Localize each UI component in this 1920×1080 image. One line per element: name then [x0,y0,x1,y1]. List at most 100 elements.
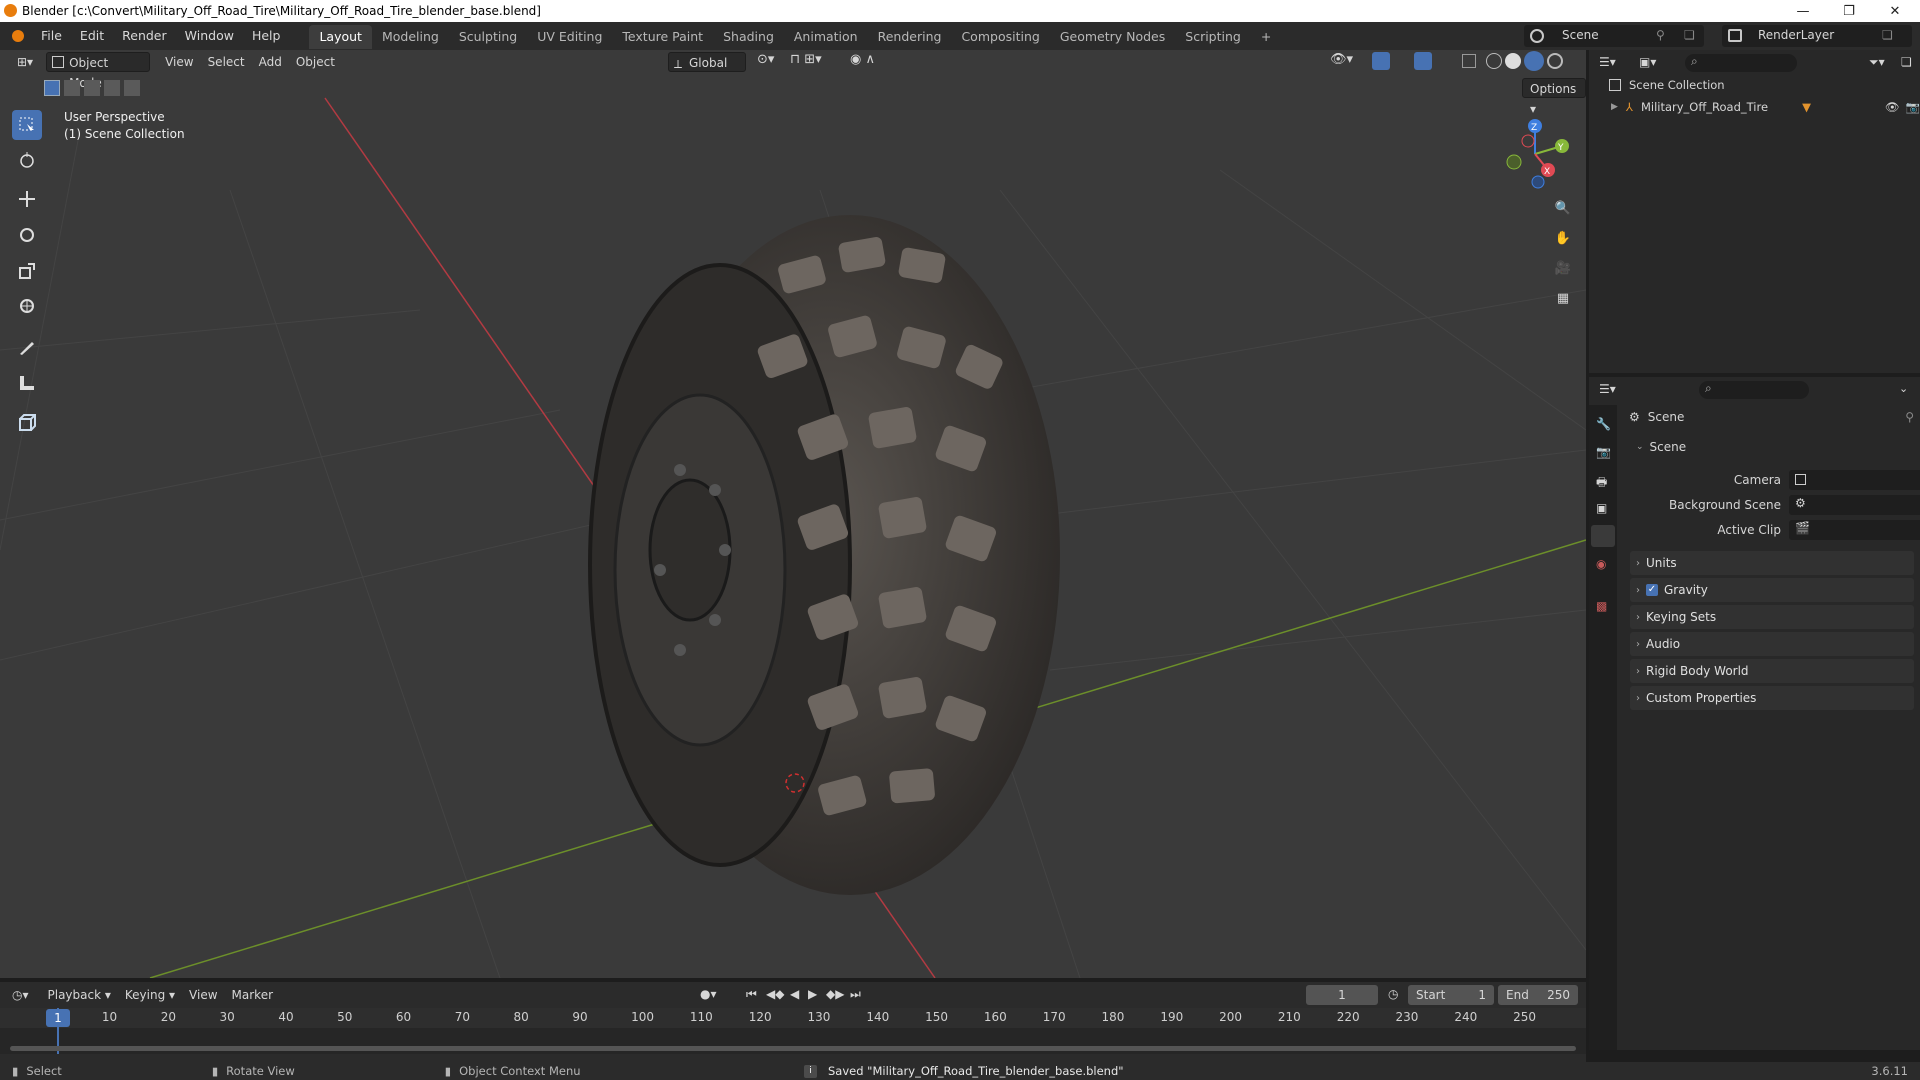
auto-keying-icon[interactable]: ●▾ [700,987,717,1001]
timeline-track-area[interactable]: 10 20 30 40 50 60 70 80 90 100 110 120 130 140 150 160 1… [0,1008,1586,1054]
menu-edit[interactable]: Edit [71,22,113,50]
menu-help[interactable]: Help [243,22,290,50]
tab-rendering[interactable]: Rendering [868,25,952,49]
jump-start-icon[interactable]: ⏮ [746,987,757,1002]
rendered-shading-icon[interactable] [1547,53,1563,69]
measure-tool-icon[interactable] [12,368,42,398]
tab-layout[interactable]: Layout [309,25,372,49]
preview-range-icon[interactable]: ◷ [1388,987,1398,1001]
visibility-icon[interactable]: 👁▾ [1330,52,1353,67]
snap-icon[interactable]: ⊓ ⊞▾ [790,52,822,67]
output-tab-icon[interactable]: 🖶 [1596,473,1607,494]
active-clip-field[interactable]: 🎬 [1789,520,1920,540]
minimize-button[interactable]: — [1780,0,1826,22]
add-cube-tool-icon[interactable] [12,408,42,438]
tab-shading[interactable]: Shading [713,25,784,49]
expand-arrow-icon[interactable]: ▶ [1611,102,1618,112]
properties-search-input[interactable]: ⌕ [1699,381,1809,399]
display-mode-icon[interactable]: ☰▾ [1599,55,1616,69]
transform-orientation-dropdown[interactable]: ⟂ Global [668,52,746,72]
menu-object[interactable]: Object [289,52,342,72]
tab-compositing[interactable]: Compositing [951,25,1049,49]
filter-view-icon[interactable]: ▣▾ [1639,55,1656,69]
transform-tool-icon[interactable] [12,291,42,321]
menu-render[interactable]: Render [113,22,176,50]
jump-end-icon[interactable]: ⏭ [850,987,861,1002]
menu-select[interactable]: Select [201,52,252,72]
proportional-edit-icon[interactable]: ◉ ∧ [850,52,875,67]
timeline-scrollbar[interactable] [10,1046,1576,1051]
panel-gravity[interactable]: › ✓ Gravity [1630,578,1914,602]
panel-rigid-body-world[interactable]: › Rigid Body World [1630,659,1914,683]
timeline-editor-icon[interactable]: ◷▾ [12,988,29,1002]
render-tab-icon[interactable]: 📷 [1596,445,1611,459]
view-layer-selector[interactable]: RenderLayer ❏ [1722,25,1912,47]
select-box-tool[interactable] [12,110,42,140]
select-new-icon[interactable] [44,80,60,96]
pivot-point-icon[interactable]: ⊙▾ [757,52,774,67]
menu-marker[interactable]: Marker [225,985,280,1005]
new-collection-icon[interactable]: ❏ [1901,55,1912,69]
zoom-icon[interactable]: 🔍 [1551,196,1575,220]
gravity-checkbox[interactable]: ✓ [1646,584,1658,596]
material-shading-icon[interactable] [1524,51,1544,71]
panel-units[interactable]: › Units [1630,551,1914,575]
scene-tab-icon[interactable] [1591,525,1615,547]
select-intersect-icon[interactable] [124,80,140,96]
outliner-item[interactable]: ▶ ⅄ Military_Off_Road_Tire ▼ 👁 📷 [1611,98,1920,116]
new-scene-icon[interactable]: ❏ [1684,28,1695,42]
view-layer-tab-icon[interactable]: ▣ [1596,501,1607,515]
playhead-frame-badge[interactable]: 1 [46,1009,70,1027]
menu-playback[interactable]: Playback ▾ [41,985,118,1005]
camera-field[interactable]: ✎ [1789,470,1920,490]
annotate-tool-icon[interactable] [12,332,42,362]
filter-icon[interactable]: ⏷▾ [1869,55,1885,70]
tab-sculpting[interactable]: Sculpting [449,25,527,49]
close-window-button[interactable]: ✕ [1872,0,1918,22]
navigation-gizmo[interactable]: Z Y X [1490,114,1570,194]
3d-viewport[interactable]: ⊞▾ Object Mode View Select Add Object ⟂ … [0,50,1586,978]
menu-keying[interactable]: Keying ▾ [118,985,182,1005]
tab-uv-editing[interactable]: UV Editing [527,25,612,49]
new-view-layer-icon[interactable]: ❏ [1882,28,1893,42]
perspective-toggle-icon[interactable]: ▦ [1551,286,1575,310]
scale-tool-icon[interactable] [12,256,42,286]
tool-tab-icon[interactable]: 🔧 [1596,417,1611,431]
jump-keyframe-forward-icon[interactable]: ◆▶ [826,987,844,1001]
menu-add[interactable]: Add [252,52,289,72]
tab-modeling[interactable]: Modeling [372,25,449,49]
properties-options-icon[interactable]: ⌄ [1899,382,1908,395]
select-invert-icon[interactable] [104,80,120,96]
select-subtract-icon[interactable] [84,80,100,96]
play-icon[interactable]: ▶ [808,987,817,1001]
rotate-tool-icon[interactable] [12,220,42,250]
scene-collection-row[interactable]: Scene Collection [1609,78,1725,92]
editor-type-icon[interactable]: ⊞▾ [10,52,40,72]
scene-section-header[interactable]: ⌄ Scene [1630,435,1914,459]
xray-toggle-icon[interactable] [1462,54,1476,68]
menu-window[interactable]: Window [176,22,243,50]
gizmo-toggle-button[interactable] [1372,52,1390,70]
solid-shading-icon[interactable] [1505,53,1521,69]
frame-ruler[interactable]: 10 20 30 40 50 60 70 80 90 100 110 120 130 140 150 160 1… [0,1008,1586,1028]
tab-scripting[interactable]: Scripting [1175,25,1251,49]
options-dropdown[interactable]: Options ▾ [1522,78,1586,116]
overlay-toggle-button[interactable] [1414,52,1432,70]
cursor-tool-icon[interactable] [12,146,42,176]
panel-audio[interactable]: › Audio [1630,632,1914,656]
panel-keying-sets[interactable]: › Keying Sets [1630,605,1914,629]
current-frame-field[interactable]: 1 [1306,985,1378,1005]
play-reverse-icon[interactable]: ◀ [790,987,799,1001]
camera-view-icon[interactable]: 🎥 [1551,256,1575,280]
world-tab-icon[interactable]: ◉ [1596,557,1606,571]
wireframe-shading-icon[interactable] [1486,53,1502,69]
pan-hand-icon[interactable]: ✋ [1551,226,1575,250]
start-frame-field[interactable]: Start 1 [1408,985,1494,1005]
add-workspace-button[interactable]: + [1251,25,1281,49]
menu-view[interactable]: View [158,52,200,72]
pin-icon[interactable]: ⚲ [1656,28,1665,42]
panel-custom-properties[interactable]: › Custom Properties [1630,686,1914,710]
render-camera-icon[interactable]: 📷 [1906,100,1920,114]
tab-animation[interactable]: Animation [784,25,868,49]
menu-timeline-view[interactable]: View [182,985,224,1005]
